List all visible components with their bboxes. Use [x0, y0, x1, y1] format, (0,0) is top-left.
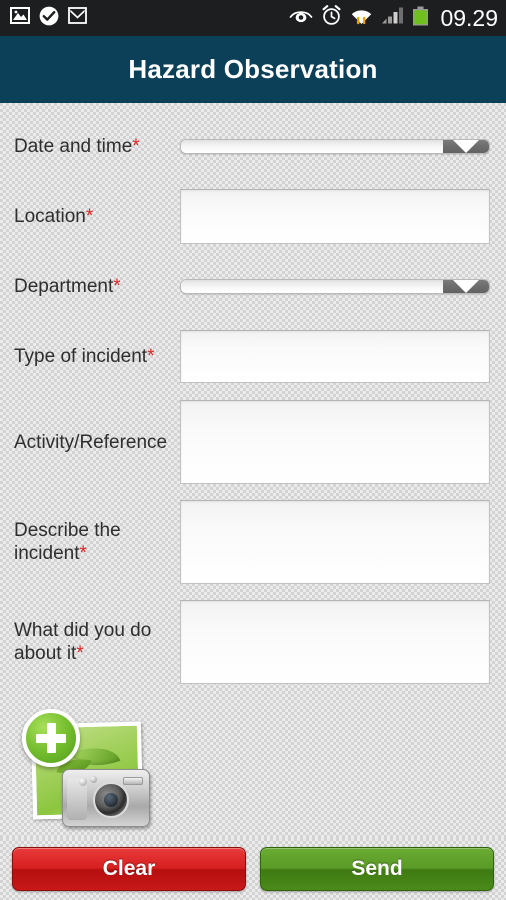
field-wrap-type-of-incident — [180, 329, 490, 383]
required-marker: * — [113, 275, 121, 297]
date-and-time-value — [181, 139, 443, 153]
status-bar-clock: 09.29 — [440, 4, 498, 31]
status-bar: 09.29 — [0, 0, 506, 36]
required-marker: * — [76, 643, 84, 664]
field-label-date-and-time: Date and time* — [14, 135, 180, 158]
label-text: Department — [14, 275, 114, 297]
date-and-time-spinner[interactable] — [180, 138, 490, 154]
alarm-clock-icon — [321, 5, 342, 31]
form-row-department: Department* — [0, 257, 506, 315]
camera-sensor-dot — [90, 776, 97, 783]
field-wrap-location — [180, 188, 490, 244]
form-row-location: Location* — [0, 185, 506, 247]
label-text: Activity/Reference — [14, 431, 168, 453]
label-text: Date and time — [14, 135, 133, 157]
chevron-down-icon — [453, 139, 479, 153]
department-spinner[interactable] — [180, 278, 490, 294]
form-row-date-and-time: Date and time* — [0, 117, 506, 175]
field-wrap-department — [180, 278, 490, 294]
page-title: Hazard Observation — [128, 54, 378, 84]
plus-icon — [22, 709, 80, 767]
label-text: Type of incident — [14, 345, 148, 367]
field-label-what-did-you-do-about-it: What did you do about it* — [14, 619, 180, 665]
field-label-type-of-incident: Type of incident* — [14, 345, 180, 368]
status-bar-left-icons — [10, 6, 87, 31]
camera-icon — [62, 769, 150, 827]
chevron-down-icon — [453, 279, 479, 293]
required-marker: * — [132, 135, 140, 157]
what-did-you-do-about-it-input[interactable] — [180, 600, 490, 684]
required-marker: * — [79, 543, 87, 564]
eye-icon — [289, 8, 313, 29]
image-icon — [10, 7, 30, 29]
wifi-data-transfer-icon — [350, 6, 373, 31]
form-row-activity-reference: Activity/Reference — [0, 397, 506, 487]
required-marker: * — [85, 205, 94, 227]
action-button-bar: Clear Send — [0, 838, 506, 900]
describe-the-incident-input[interactable] — [180, 500, 490, 584]
cellular-signal-icon — [381, 6, 404, 30]
field-label-location: Location* — [14, 205, 180, 228]
check-circle-icon — [39, 6, 59, 31]
gmail-icon — [68, 7, 87, 29]
camera-flash — [123, 777, 143, 785]
location-input[interactable] — [180, 188, 490, 244]
label-text: Location — [14, 205, 86, 227]
add-photo-button[interactable] — [0, 697, 160, 847]
form-row-describe-the-incident: Describe the incident* — [0, 497, 506, 587]
field-label-activity-reference: Activity/Reference — [14, 431, 180, 454]
form-container: Date and time* Location* Department* Typ… — [0, 103, 506, 838]
form-row-type-of-incident: Type of incident* — [0, 325, 506, 387]
field-wrap-activity-reference — [180, 400, 490, 484]
battery-icon — [412, 6, 429, 31]
camera-lens — [93, 782, 129, 818]
activity-reference-input[interactable] — [180, 400, 490, 484]
date-and-time-dropdown-button[interactable] — [443, 139, 489, 153]
field-wrap-date-and-time — [180, 138, 490, 154]
field-label-department: Department* — [14, 275, 180, 298]
status-bar-right-icons: 09.29 — [289, 5, 498, 32]
required-marker: * — [147, 345, 155, 367]
send-button[interactable]: Send — [260, 847, 494, 891]
camera-viewfinder-dot — [79, 778, 87, 786]
form-row-what-did-you-do-about-it: What did you do about it* — [0, 597, 506, 687]
department-dropdown-button[interactable] — [443, 279, 489, 293]
field-wrap-what-did-you-do-about-it — [180, 600, 490, 684]
label-text: Describe the incident — [14, 520, 121, 564]
type-of-incident-input[interactable] — [180, 329, 490, 383]
department-value — [181, 279, 443, 293]
clear-button[interactable]: Clear — [12, 847, 246, 891]
app-header: Hazard Observation — [0, 36, 506, 103]
field-label-describe-the-incident: Describe the incident* — [14, 519, 180, 565]
field-wrap-describe-the-incident — [180, 500, 490, 584]
